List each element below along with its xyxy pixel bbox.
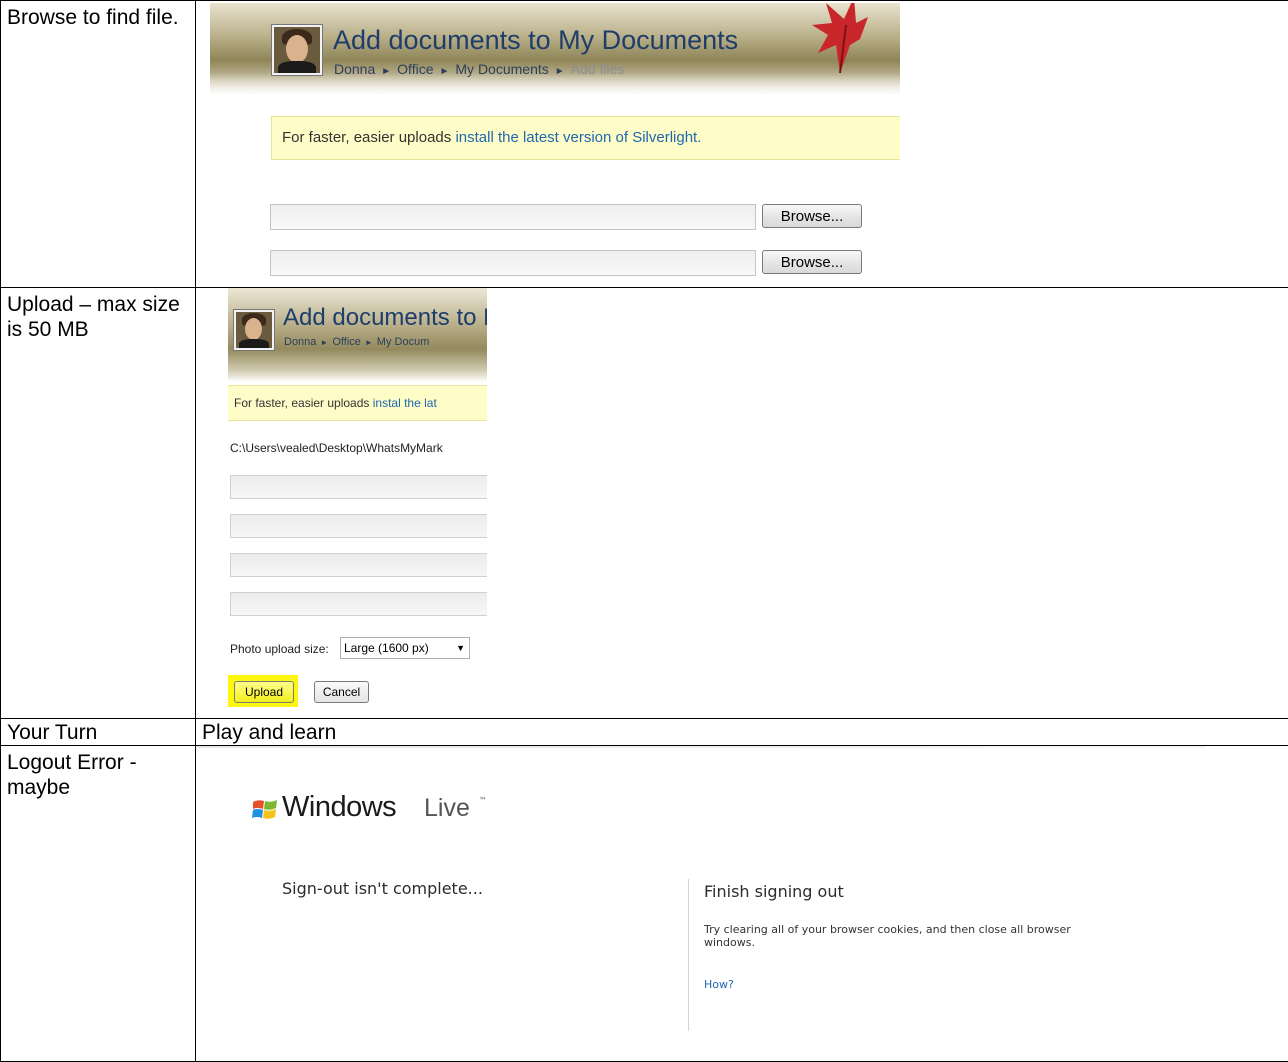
instruction-table: Browse to find file. Add documents to My… xyxy=(0,0,1288,1062)
step-text: Play and learn xyxy=(196,719,1288,746)
screenshot-cell: Add documents to M Donna ► Office ► My Docum… xyxy=(196,288,1288,719)
breadcrumb: Donna ► Office ► My Documents ► Add files xyxy=(334,61,624,77)
windows-wordmark: Windows xyxy=(282,791,396,824)
dropdown-arrow-icon: ▼ xyxy=(456,638,465,658)
page-title: Add documents to M xyxy=(283,304,487,332)
breadcrumb-item[interactable]: Donna xyxy=(334,61,375,77)
upload-button[interactable]: Upload xyxy=(234,681,294,703)
finish-signout-heading: Finish signing out xyxy=(704,882,844,901)
breadcrumb-separator-icon: ► xyxy=(320,338,328,347)
browse-button[interactable]: Browse... xyxy=(762,204,862,228)
breadcrumb-separator-icon: ► xyxy=(381,66,391,77)
breadcrumb-item[interactable]: Office xyxy=(332,336,361,348)
cancel-button[interactable]: Cancel xyxy=(314,681,369,703)
red-leaf-icon xyxy=(810,3,870,75)
add-files-screenshot: Add documents to My Documents Donna ► Offi… xyxy=(210,3,900,281)
file-path-input[interactable] xyxy=(270,250,756,276)
photo-size-label: Photo upload size: xyxy=(230,642,329,656)
table-row: Your Turn Play and learn xyxy=(1,719,1288,746)
breadcrumb-separator-icon: ► xyxy=(555,66,565,77)
table-row: Upload – max size is 50 MB Add documents… xyxy=(1,288,1288,719)
breadcrumb-item[interactable]: Office xyxy=(397,61,433,77)
how-link[interactable]: How? xyxy=(704,978,734,991)
step-label: Browse to find file. xyxy=(1,1,196,288)
photo-size-select[interactable]: Large (1600 px) ▼ xyxy=(340,637,470,659)
trademark-symbol: ™ xyxy=(479,796,487,805)
screenshot-cell: Windows Live ™ Sign-out isn't complete..… xyxy=(196,746,1288,1062)
breadcrumb-item[interactable]: Donna xyxy=(284,336,316,348)
breadcrumb: Donna ► Office ► My Docum xyxy=(284,336,429,348)
silverlight-notice: For faster, easier uploads instal the la… xyxy=(228,385,487,421)
column-divider xyxy=(688,879,689,1031)
windows-flag-icon xyxy=(252,798,278,822)
user-avatar-icon xyxy=(272,25,322,75)
table-row: Logout Error - maybe Windows Live ™ Sign… xyxy=(1,746,1288,1062)
file-path-input[interactable] xyxy=(230,553,487,577)
silverlight-link[interactable]: instal the lat xyxy=(373,396,437,410)
silverlight-link[interactable]: install the latest version of Silverligh… xyxy=(455,129,701,146)
file-path-input[interactable] xyxy=(230,475,487,499)
file-path-input[interactable] xyxy=(230,514,487,538)
table-row: Browse to find file. Add documents to My… xyxy=(1,1,1288,288)
file-path-input[interactable] xyxy=(230,592,487,616)
breadcrumb-separator-icon: ► xyxy=(439,66,449,77)
step-label: Logout Error - maybe xyxy=(1,746,196,1062)
breadcrumb-current: Add files xyxy=(571,61,625,77)
file-path-input[interactable] xyxy=(270,204,756,230)
breadcrumb-separator-icon: ► xyxy=(365,338,373,347)
step-label: Your Turn xyxy=(1,719,196,746)
selected-file-path[interactable]: C:\Users\vealed\Desktop\WhatsMyMark xyxy=(230,441,443,455)
step-label: Upload – max size is 50 MB xyxy=(1,288,196,719)
user-avatar-icon xyxy=(234,310,274,350)
screenshot-cell: Add documents to My Documents Donna ► Offi… xyxy=(196,1,1288,288)
browse-button[interactable]: Browse... xyxy=(762,250,862,274)
notice-text: For faster, easier uploads xyxy=(234,396,373,410)
breadcrumb-item[interactable]: My Docum xyxy=(377,336,430,348)
live-wordmark: Live xyxy=(424,794,470,823)
signout-message: Sign-out isn't complete... xyxy=(282,879,483,898)
silverlight-notice: For faster, easier uploads install the l… xyxy=(271,116,900,160)
notice-text: For faster, easier uploads xyxy=(282,129,455,146)
finish-signout-instructions: Try clearing all of your browser cookies… xyxy=(704,923,1124,949)
breadcrumb-item[interactable]: My Documents xyxy=(455,61,548,77)
photo-size-value: Large (1600 px) xyxy=(344,641,429,655)
upload-screenshot: Add documents to M Donna ► Office ► My Docum… xyxy=(228,288,487,716)
page-title: Add documents to My Documents xyxy=(333,25,738,56)
signout-screenshot: Windows Live ™ Sign-out isn't complete..… xyxy=(196,746,1281,1061)
